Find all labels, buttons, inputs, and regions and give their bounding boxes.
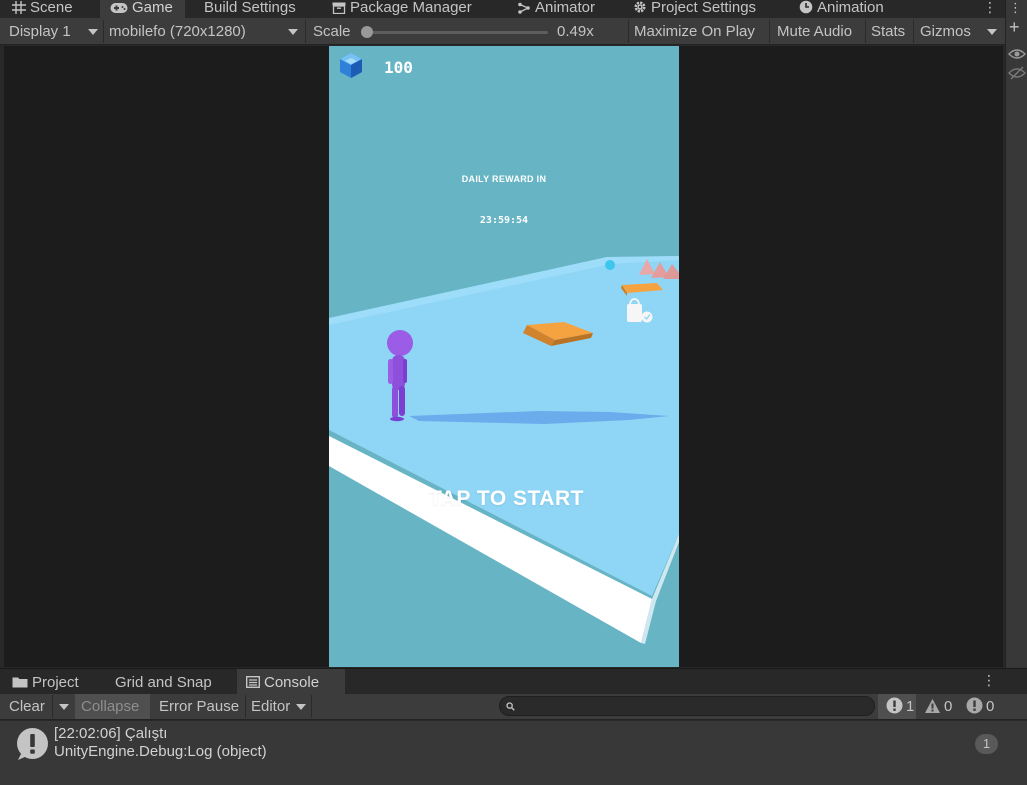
game-scene bbox=[329, 53, 679, 644]
tab-package-manager[interactable]: Package Manager bbox=[320, 0, 472, 18]
resolution-dropdown[interactable]: mobilefo (720x1280) bbox=[109, 18, 246, 45]
editor-chevron-down-icon[interactable] bbox=[296, 704, 306, 710]
tab-build-settings[interactable]: Build Settings bbox=[192, 0, 296, 18]
scale-label: Scale bbox=[313, 23, 351, 40]
tab-animator[interactable]: Animator bbox=[505, 0, 595, 18]
display-value: Display 1 bbox=[9, 23, 71, 40]
gear-icon bbox=[634, 1, 646, 13]
log-entry[interactable]: [22:02:06] Çalıştı UnityEngine.Debug:Log… bbox=[0, 721, 1027, 769]
collapse-toggle[interactable]: Collapse bbox=[75, 694, 150, 719]
gizmos-chevron-down-icon[interactable] bbox=[987, 29, 997, 35]
resolution-value: mobilefo (720x1280) bbox=[109, 23, 246, 40]
tab-label: Animator bbox=[535, 0, 596, 16]
log-count-toggle[interactable]: 1 bbox=[878, 694, 916, 719]
mute-audio-button[interactable]: Mute Audio bbox=[777, 18, 852, 45]
tab-console[interactable]: Console bbox=[237, 669, 345, 695]
search-icon bbox=[506, 702, 515, 711]
gamepad-icon bbox=[110, 3, 128, 13]
tab-scene[interactable]: Scene bbox=[0, 0, 73, 18]
game-viewport[interactable]: 100 DAILY REWARD IN 23:59:54 TAP TO STAR… bbox=[329, 46, 679, 667]
daily-reward-title: DAILY REWARD IN bbox=[461, 174, 547, 184]
info-icon bbox=[886, 697, 903, 714]
tab-label: Console bbox=[264, 674, 320, 691]
tab-animation[interactable]: Animation bbox=[787, 0, 884, 18]
tab-project[interactable]: Project bbox=[12, 669, 79, 695]
eye-hidden-icon[interactable] bbox=[1008, 66, 1026, 80]
clear-options-chevron-down-icon[interactable] bbox=[59, 704, 69, 710]
error-pause-toggle[interactable]: Error Pause bbox=[159, 694, 239, 719]
tab-label: Animation bbox=[817, 0, 884, 16]
info-message-icon bbox=[17, 728, 48, 760]
clock-icon bbox=[799, 0, 813, 14]
console-search-input[interactable] bbox=[499, 696, 875, 716]
display-dropdown[interactable]: Display 1 bbox=[9, 18, 71, 45]
tab-label: Scene bbox=[30, 0, 73, 16]
more-options-icon[interactable]: ⋮ bbox=[983, 0, 997, 18]
console-icon bbox=[245, 675, 261, 689]
daily-reward-timer: 23:59:54 bbox=[479, 215, 529, 226]
coin-count: 100 bbox=[384, 58, 413, 77]
stats-button[interactable]: Stats bbox=[871, 18, 905, 45]
tab-grid-and-snap[interactable]: Grid and Snap bbox=[115, 669, 212, 695]
add-icon[interactable]: + bbox=[1009, 18, 1020, 36]
animator-icon bbox=[518, 2, 530, 14]
gem-icon bbox=[340, 53, 362, 78]
tap-to-start-text[interactable]: TAP TO START bbox=[429, 487, 679, 511]
warning-icon bbox=[925, 699, 940, 713]
more-options-icon[interactable]: ⋮ bbox=[1009, 0, 1022, 16]
scale-slider-handle[interactable] bbox=[361, 26, 373, 38]
bottom-tab-strip: Project Grid and Snap Console ⋮ bbox=[0, 668, 1027, 695]
tab-label: Game bbox=[132, 0, 173, 16]
tab-label: Project bbox=[32, 674, 79, 691]
folder-icon bbox=[12, 677, 28, 688]
error-count-toggle[interactable]: 0 bbox=[966, 694, 994, 719]
clear-button[interactable]: Clear bbox=[9, 694, 45, 719]
scale-value: 0.49x bbox=[557, 23, 594, 40]
warning-count-toggle[interactable]: 0 bbox=[924, 694, 952, 719]
scale-slider-track[interactable] bbox=[366, 31, 548, 34]
log-count: 1 bbox=[906, 698, 915, 715]
package-icon bbox=[332, 2, 346, 15]
resolution-chevron-down-icon[interactable] bbox=[288, 29, 298, 35]
warning-count: 0 bbox=[944, 698, 953, 715]
tab-label: Project Settings bbox=[651, 0, 757, 16]
error-icon bbox=[966, 697, 983, 714]
console-log-list: [22:02:06] Çalıştı UnityEngine.Debug:Log… bbox=[0, 721, 1027, 785]
log-message: [22:02:06] Çalıştı bbox=[54, 725, 168, 742]
tab-label: Package Manager bbox=[350, 0, 472, 16]
editor-tab-strip: Scene Game Build Settings Package Manage… bbox=[0, 0, 1005, 18]
grid-icon bbox=[12, 1, 26, 14]
tab-label: Build Settings bbox=[204, 0, 296, 16]
more-options-icon[interactable]: ⋮ bbox=[982, 672, 996, 689]
maximize-on-play-button[interactable]: Maximize On Play bbox=[634, 18, 755, 45]
console-toolbar: Clear Collapse Error Pause Editor 1 0 0 bbox=[0, 694, 1027, 720]
inspector-strip: ⋮ + bbox=[1005, 0, 1027, 668]
error-count: 0 bbox=[986, 698, 995, 715]
editor-dropdown[interactable]: Editor bbox=[251, 694, 290, 719]
gizmos-button[interactable]: Gizmos bbox=[920, 18, 971, 45]
ball-obstacle bbox=[605, 260, 615, 270]
tab-project-settings[interactable]: Project Settings bbox=[621, 0, 756, 18]
log-stack-trace: UnityEngine.Debug:Log (object) bbox=[54, 743, 267, 760]
display-chevron-down-icon[interactable] bbox=[88, 29, 98, 35]
tab-label: Grid and Snap bbox=[115, 674, 212, 691]
log-repeat-badge: 1 bbox=[975, 734, 998, 754]
tab-game[interactable]: Game bbox=[100, 0, 185, 18]
eye-icon[interactable] bbox=[1008, 48, 1026, 60]
